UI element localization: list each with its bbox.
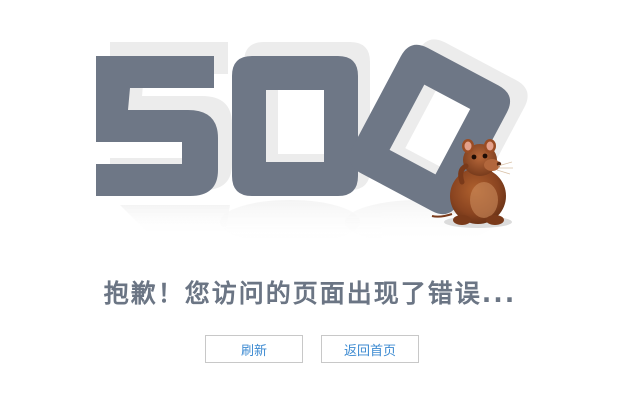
digit-zero-middle xyxy=(232,42,370,196)
error-illustration xyxy=(96,39,528,244)
error-page: 抱歉！您访问的页面出现了错误... 刷新 返回首页 xyxy=(0,0,620,400)
digit-five xyxy=(96,42,232,196)
back-to-home-button[interactable]: 返回首页 xyxy=(321,335,419,363)
refresh-button[interactable]: 刷新 xyxy=(205,335,303,363)
error-message: 抱歉！您访问的页面出现了错误... xyxy=(103,279,517,308)
